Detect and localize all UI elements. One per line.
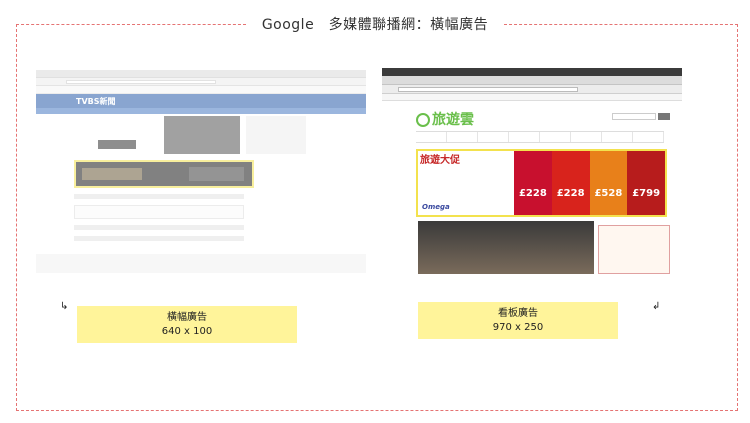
billboard-example-screenshot: 旅遊雲 旅遊大促 Omega £228 £228 £528 £799: [382, 68, 682, 274]
browser-bookmarks-bar: [36, 86, 366, 94]
label-size: 640 x 100: [161, 326, 213, 337]
browser-url-bar: [36, 78, 366, 86]
logo-circle-icon: [416, 113, 430, 127]
billboard-offer: £799: [627, 151, 665, 215]
offer-price: £799: [632, 188, 661, 199]
site-logo: 旅遊雲: [416, 109, 474, 129]
side-panel: [246, 116, 306, 154]
dashed-frame-top-left: [16, 24, 246, 25]
site-logo: TVBS新聞: [76, 97, 116, 106]
billboard-promo: 旅遊大促 Omega: [418, 151, 514, 215]
site-header: TVBS新聞: [36, 94, 366, 108]
label-name: 看板廣告: [498, 308, 538, 319]
site-nav: [416, 131, 664, 143]
page-title: Google 多媒體聯播網：橫幅廣告: [261, 17, 489, 33]
billboard-offer: £528: [589, 151, 628, 215]
banner-ad-highlight: [74, 160, 254, 188]
browser-url-bar: [382, 85, 682, 94]
browser-bookmarks-bar: [382, 94, 682, 101]
label-name: 橫幅廣告: [167, 312, 207, 323]
promo-card: [164, 116, 240, 154]
promo-arrow-button: [98, 140, 136, 149]
browser-titlebar: [36, 70, 366, 78]
news-feed: [74, 194, 244, 254]
site-search-input: [612, 113, 656, 120]
label-size: 970 x 250: [492, 322, 544, 333]
dashed-frame-top-right: [504, 24, 738, 25]
billboard-brand: Omega: [422, 203, 450, 211]
site-search-button: [658, 113, 670, 120]
billboard-ad-highlight: 旅遊大促 Omega £228 £228 £528 £799: [416, 149, 667, 217]
browser-tabs: [382, 76, 682, 85]
side-ad: [598, 225, 670, 274]
banner-example-screenshot: TVBS新聞: [36, 70, 366, 273]
arrow-down-left-icon: ↲: [652, 301, 661, 312]
billboard-offer: £228: [514, 151, 552, 215]
site-body: 旅遊雲 旅遊大促 Omega £228 £228 £528 £799: [382, 101, 682, 274]
billboard-offer: £228: [551, 151, 590, 215]
arrow-down-right-icon: ↳: [60, 301, 69, 312]
offer-price: £228: [518, 188, 547, 199]
banner-ad-label: 橫幅廣告 640 x 100: [77, 306, 297, 343]
street-photo: [418, 221, 594, 274]
billboard-ad-label: 看板廣告 970 x 250: [418, 302, 618, 339]
browser-menubar: [382, 68, 682, 76]
offer-price: £228: [556, 188, 585, 199]
offer-price: £528: [594, 188, 623, 199]
billboard-headline: 旅遊大促: [420, 155, 460, 166]
site-body: [36, 114, 366, 254]
